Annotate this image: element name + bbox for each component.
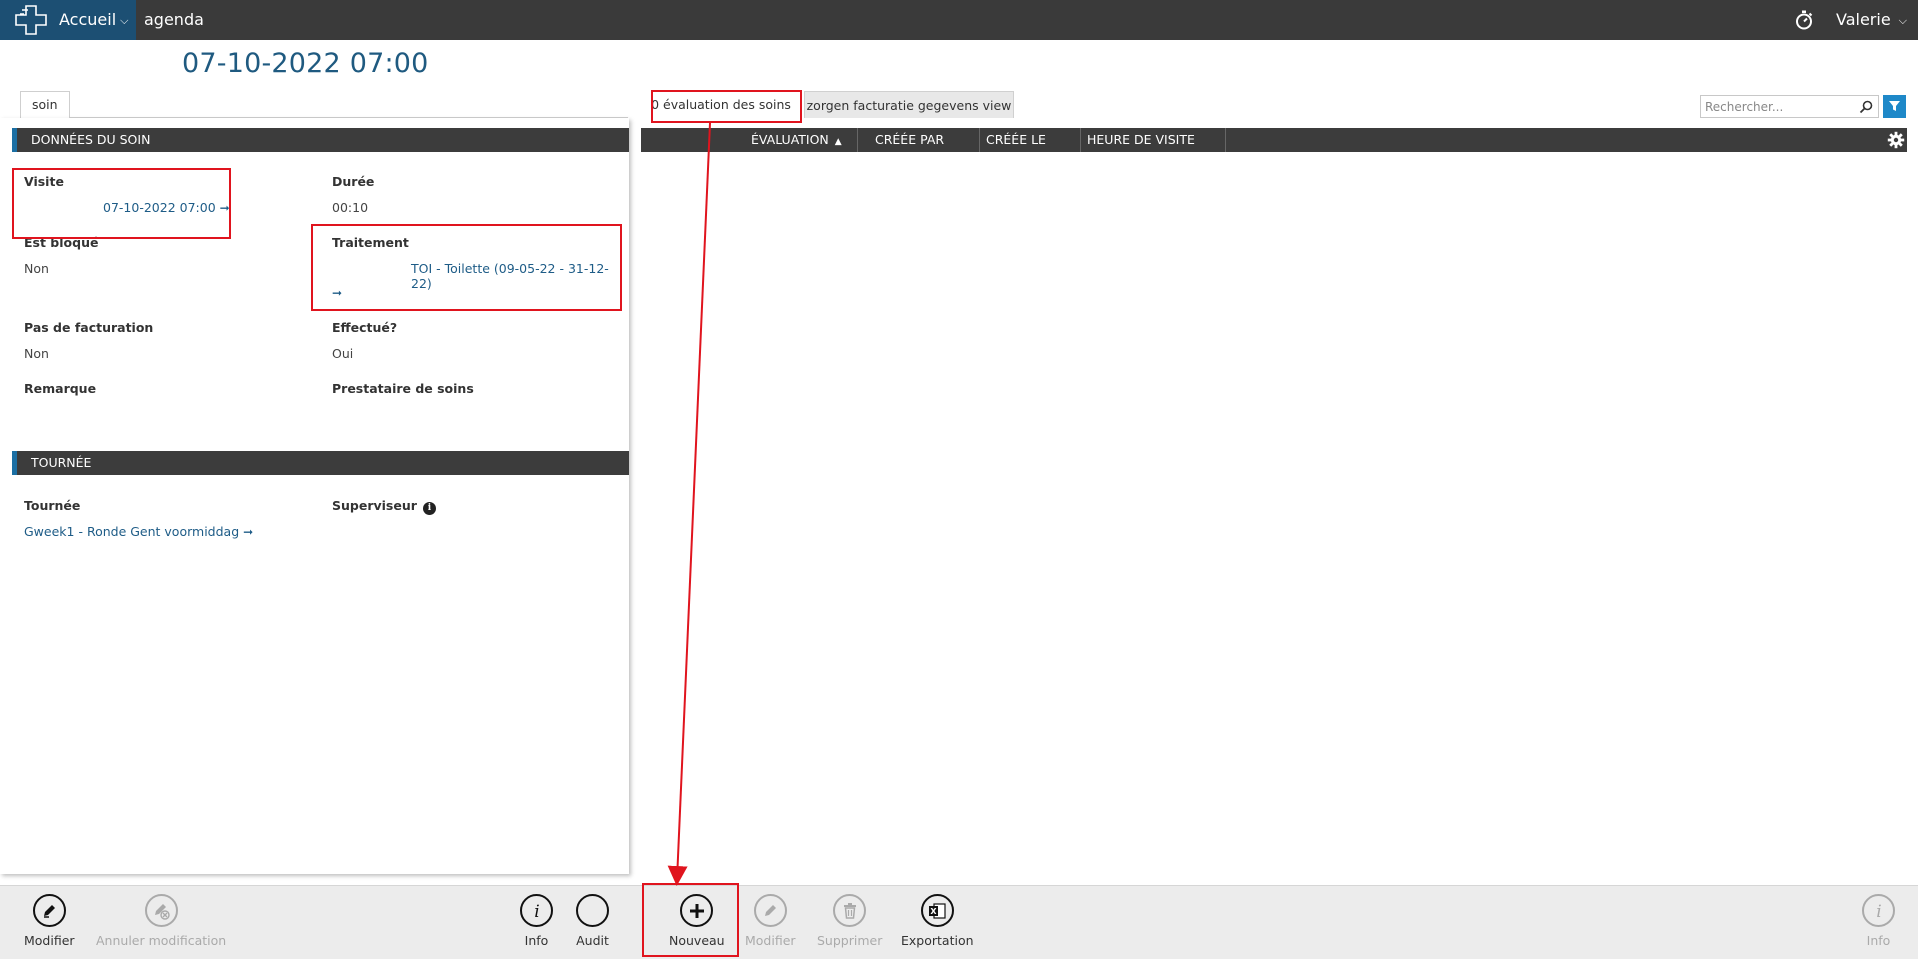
- page-title: 07-10-2022 07:00: [182, 48, 429, 79]
- chevron-down-icon: ⌵: [1898, 14, 1908, 27]
- superviseur-label: Superviseur: [332, 498, 417, 513]
- home-label: Accueil: [59, 10, 117, 29]
- medical-cross-logo-icon: [15, 5, 47, 35]
- filter-button[interactable]: [1883, 95, 1906, 118]
- gear-icon[interactable]: [1887, 131, 1905, 149]
- modifier-button[interactable]: Modifier: [24, 894, 75, 948]
- tournee-link[interactable]: Gweek1 - Ronde Gent voormiddag ➞: [24, 524, 253, 539]
- arrow-right-icon: ➞: [243, 525, 254, 539]
- modifier-evaluation-label: Modifier: [745, 933, 796, 948]
- annuler-modification-button[interactable]: Annuler modification: [96, 894, 226, 948]
- sort-ascending-icon: ▲: [834, 137, 842, 147]
- prestataire-label: Prestataire de soins: [332, 381, 474, 396]
- bottom-toolbar: Modifier Annuler modification i Info Aud…: [0, 885, 1918, 959]
- facturation-value: Non: [24, 346, 49, 361]
- facturation-label: Pas de facturation: [24, 320, 154, 335]
- info-right-button[interactable]: i Info: [1862, 894, 1895, 948]
- search-icon[interactable]: [1859, 100, 1873, 114]
- user-name: Valerie: [1836, 10, 1891, 29]
- arrow-right-icon: ➞: [332, 286, 343, 300]
- grid-header: ÉVALUATION ▲ CRÉÉE PAR CRÉÉE LE HEURE DE …: [641, 128, 1907, 152]
- audit-button[interactable]: Audit: [576, 894, 609, 948]
- info-icon: i: [1862, 894, 1895, 927]
- user-menu[interactable]: Valerie ⌵: [1836, 0, 1907, 40]
- svg-text:i: i: [1876, 902, 1881, 920]
- top-bar: Accueil ⌵ agenda Valerie ⌵: [0, 0, 1918, 40]
- arrow-right-icon: ➞: [219, 201, 230, 215]
- traitement-value: TOI - Toilette (09-05-22 - 31-12-22): [411, 261, 609, 291]
- cancel-edit-icon: [144, 894, 178, 927]
- search-input[interactable]: [1705, 98, 1855, 116]
- visite-label: Visite: [24, 174, 64, 189]
- chevron-down-icon: ⌵: [120, 14, 129, 27]
- info-icon[interactable]: i: [422, 502, 436, 515]
- effectue-value: Oui: [332, 346, 354, 361]
- visite-link[interactable]: 07-10-2022 07:00 ➞: [103, 200, 230, 215]
- nouveau-button[interactable]: Nouveau: [669, 894, 725, 948]
- audit-label: Audit: [576, 933, 609, 948]
- search-box: [1700, 95, 1879, 118]
- pencil-icon: [32, 894, 66, 927]
- info-label: Info: [524, 933, 549, 948]
- traitement-label: Traitement: [332, 235, 409, 250]
- supprimer-button[interactable]: Supprimer: [817, 894, 882, 948]
- breadcrumb[interactable]: agenda: [144, 0, 204, 40]
- tournee-value: Gweek1 - Ronde Gent voormiddag: [24, 524, 240, 539]
- visite-value: 07-10-2022 07:00: [103, 200, 216, 215]
- column-header-visit-time[interactable]: HEURE DE VISITE: [1081, 128, 1226, 152]
- info-icon: i: [520, 894, 553, 927]
- supprimer-label: Supprimer: [817, 933, 883, 948]
- plus-icon: [680, 894, 714, 927]
- column-header-evaluation[interactable]: ÉVALUATION ▲: [751, 128, 858, 152]
- care-details-panel: DONNÉES DU SOIN Visite 07-10-2022 07:00 ➞…: [0, 118, 629, 874]
- section-header-care-data: DONNÉES DU SOIN: [12, 128, 629, 152]
- bloque-label: Est bloqué: [24, 235, 99, 250]
- filter-icon: [1889, 101, 1900, 111]
- stopwatch-icon[interactable]: [1793, 9, 1815, 31]
- excel-export-icon: X: [920, 894, 954, 927]
- modifier-evaluation-button[interactable]: Modifier: [745, 894, 796, 948]
- section-header-tour: TOURNÉE: [12, 451, 629, 475]
- home-menu[interactable]: Accueil ⌵: [59, 0, 128, 40]
- column-header-created-on[interactable]: CRÉÉE LE: [980, 128, 1081, 152]
- annuler-modification-label: Annuler modification: [96, 933, 227, 948]
- remarque-label: Remarque: [24, 381, 97, 396]
- tournee-label: Tournée: [24, 498, 81, 513]
- tab-billing-data-view[interactable]: zorgen facturatie gegevens view: [804, 91, 1014, 118]
- info-right-label: Info: [1866, 933, 1891, 948]
- effectue-label: Effectué?: [332, 320, 398, 335]
- info-button[interactable]: i Info: [520, 894, 553, 948]
- duree-value: 00:10: [332, 200, 369, 215]
- column-label-evaluation: ÉVALUATION: [751, 132, 829, 147]
- traitement-link[interactable]: TOI - Toilette (09-05-22 - 31-12-22): [411, 261, 629, 291]
- svg-text:X: X: [931, 907, 938, 916]
- audit-icon: [576, 894, 609, 927]
- modifier-label: Modifier: [24, 933, 75, 948]
- logo-area[interactable]: Accueil ⌵: [0, 0, 136, 40]
- tab-care-evaluations[interactable]: 0 évaluation des soins: [641, 91, 801, 118]
- exportation-button[interactable]: X Exportation: [901, 894, 974, 948]
- pencil-icon: [753, 894, 787, 927]
- nouveau-label: Nouveau: [669, 933, 725, 948]
- column-header-created-by[interactable]: CRÉÉE PAR: [869, 128, 980, 152]
- tab-soin[interactable]: soin: [20, 91, 70, 119]
- duree-label: Durée: [332, 174, 375, 189]
- exportation-label: Exportation: [901, 933, 974, 948]
- bloque-value: Non: [24, 261, 49, 276]
- traitement-arrow-link[interactable]: ➞: [332, 285, 342, 300]
- column-spacer: [641, 128, 751, 152]
- svg-text:i: i: [534, 902, 539, 920]
- trash-icon: [833, 894, 867, 927]
- left-tab-strip: soin: [20, 91, 628, 119]
- superviseur-field: Superviseur i: [332, 498, 436, 515]
